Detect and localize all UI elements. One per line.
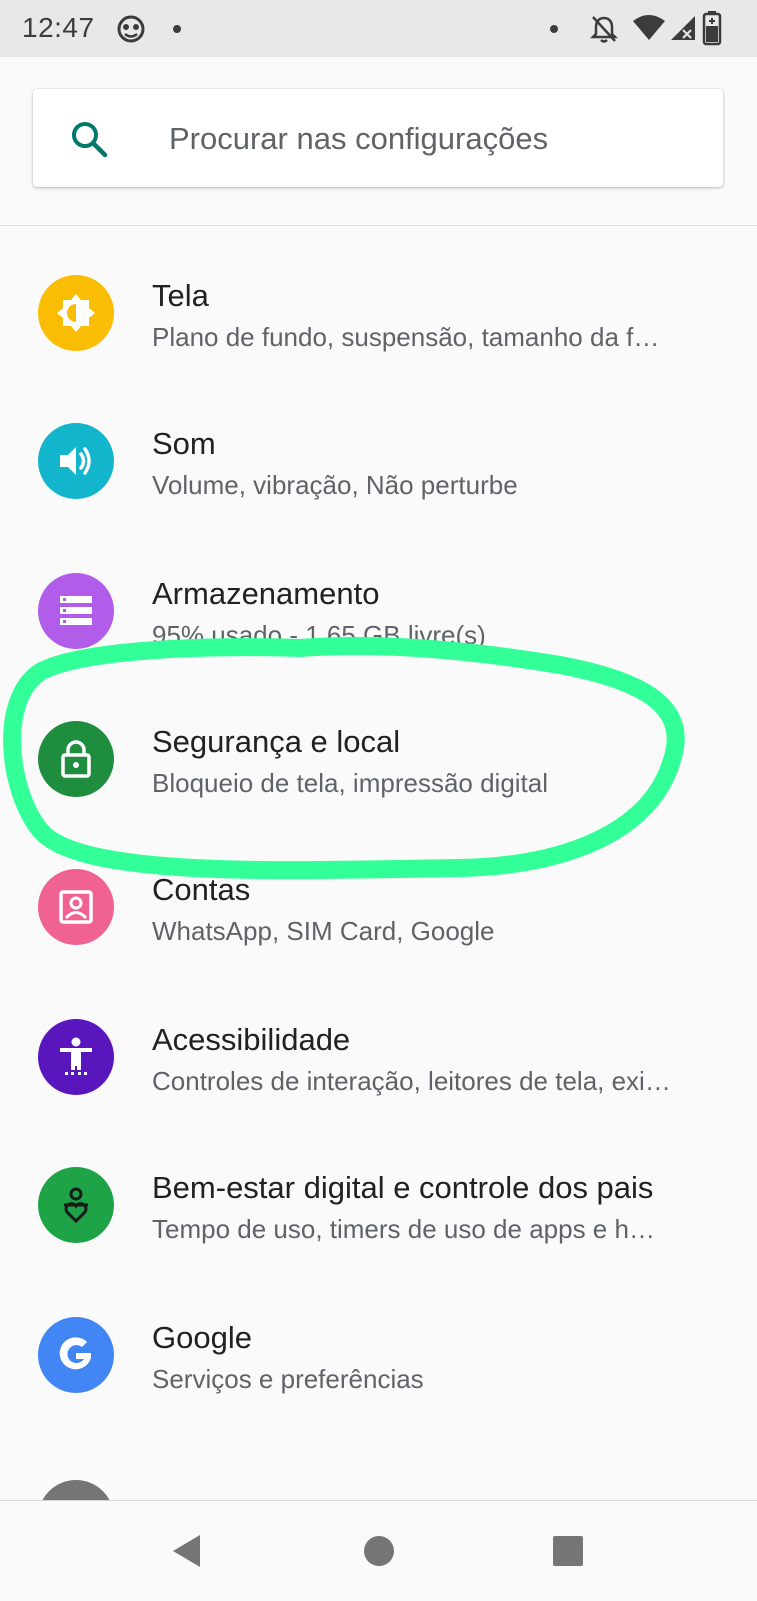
settings-item-som[interactable]: Som Volume, vibração, Não perturbe — [0, 386, 757, 536]
search-icon — [72, 122, 108, 158]
brightness-icon — [38, 275, 114, 351]
item-title: Contas — [152, 872, 251, 907]
account-icon — [38, 869, 114, 945]
partial-item-icon — [38, 1480, 114, 1500]
partial-settings-item — [38, 1480, 114, 1500]
item-title: Armazenamento — [152, 576, 380, 611]
wellbeing-icon — [38, 1167, 114, 1243]
item-title: Acessibilidade — [152, 1022, 351, 1057]
search-placeholder: Procurar nas configurações — [169, 121, 549, 156]
accessibility-icon — [38, 1019, 114, 1095]
storage-icon — [38, 573, 114, 649]
battery-icon — [702, 11, 722, 46]
item-subtitle: Controles de interação, leitores de tela… — [152, 1066, 671, 1096]
item-subtitle: Serviços e preferências — [152, 1364, 424, 1394]
search-header: Procurar nas configurações — [0, 57, 757, 226]
search-input[interactable]: Procurar nas configurações — [33, 89, 723, 187]
settings-item-acessibilidade[interactable]: Acessibilidade Controles de interação, l… — [0, 982, 757, 1132]
item-title: Tela — [152, 278, 209, 313]
item-subtitle: Volume, vibração, Não perturbe — [152, 470, 518, 500]
item-subtitle: Plano de fundo, suspensão, tamanho da f… — [152, 322, 660, 352]
item-title: Som — [152, 426, 216, 461]
settings-item-contas[interactable]: Contas WhatsApp, SIM Card, Google — [0, 832, 757, 982]
volume-icon — [38, 423, 114, 499]
settings-item-seguranca[interactable]: Segurança e local Bloqueio de tela, impr… — [0, 684, 757, 834]
navigation-bar — [0, 1500, 757, 1601]
signal-icon — [671, 16, 695, 40]
status-time: 12:47 — [22, 12, 95, 43]
settings-item-tela[interactable]: Tela Plano de fundo, suspensão, tamanho … — [0, 238, 757, 388]
google-icon — [38, 1317, 114, 1393]
item-subtitle: 95% usado - 1,65 GB livre(s) — [152, 620, 486, 650]
item-subtitle: Tempo de uso, timers de uso de apps e h… — [152, 1214, 655, 1244]
item-subtitle: WhatsApp, SIM Card, Google — [152, 916, 495, 946]
notification-dot-icon — [550, 25, 558, 33]
do-not-disturb-off-icon — [590, 16, 618, 43]
status-bar: 12:47 — [0, 0, 757, 57]
item-subtitle: Bloqueio de tela, impressão digital — [152, 768, 549, 798]
recents-button[interactable] — [552, 1535, 584, 1567]
settings-item-armazenamento[interactable]: Armazenamento 95% usado - 1,65 GB livre(… — [0, 536, 757, 686]
notification-app-icon — [117, 15, 145, 43]
back-button[interactable] — [170, 1533, 204, 1569]
item-title: Google — [152, 1320, 252, 1355]
settings-item-google[interactable]: Google Serviços e preferências — [0, 1280, 757, 1430]
home-button[interactable] — [363, 1535, 395, 1567]
settings-item-bem-estar[interactable]: Bem-estar digital e controle dos pais Te… — [0, 1130, 757, 1280]
notification-dot-icon — [173, 25, 181, 33]
item-title: Bem-estar digital e controle dos pais — [152, 1170, 654, 1205]
wifi-icon — [633, 15, 665, 40]
lock-icon — [38, 721, 114, 797]
item-title: Segurança e local — [152, 724, 401, 759]
